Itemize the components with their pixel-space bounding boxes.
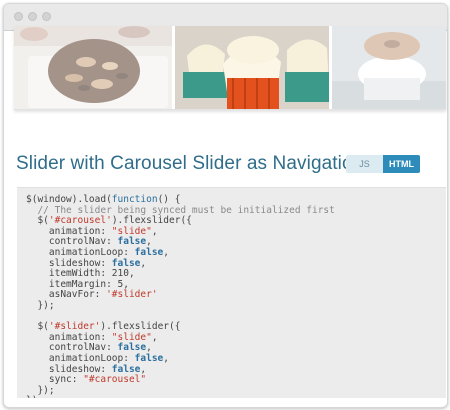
code-token: $(window).load( xyxy=(26,194,112,205)
chocolate-cookie-image xyxy=(14,26,172,109)
code-token: sync: xyxy=(26,374,84,386)
carousel-slide-cupcakes[interactable] xyxy=(175,26,329,109)
code-token: asNavFor: xyxy=(26,289,107,301)
minimize-window-button[interactable] xyxy=(28,12,37,21)
code-token: controlNav: xyxy=(26,342,118,354)
code-token: '#carousel' xyxy=(48,215,112,227)
code-tabs: JS HTML xyxy=(346,155,420,173)
code-token: , xyxy=(146,342,152,354)
code-token: "slide" xyxy=(111,331,152,343)
code-token: , xyxy=(146,236,152,248)
code-token: false xyxy=(134,246,164,258)
code-token: }); xyxy=(26,384,55,396)
code-token: slideshow: xyxy=(26,257,112,269)
code-token: '#slider' xyxy=(48,321,101,333)
code-token: '#slider' xyxy=(106,289,158,301)
code-token: "#carousel" xyxy=(83,374,147,386)
code-line: asNavFor: '#slider' xyxy=(26,290,446,301)
code-token: , xyxy=(140,363,147,375)
code-token: }); xyxy=(26,299,55,311)
code-token: slideshow: xyxy=(26,363,112,375)
code-token: false xyxy=(111,363,141,375)
code-token: animationLoop: xyxy=(26,246,135,258)
code-token: $( xyxy=(26,215,49,227)
carousel-slide-donut[interactable] xyxy=(332,26,446,109)
code-line: }); xyxy=(26,384,446,397)
tab-html[interactable]: HTML xyxy=(383,155,420,173)
code-token: () { xyxy=(157,194,181,205)
code-token: ).flexslider({ xyxy=(111,215,192,227)
code-line: sync: "#carousel" xyxy=(26,374,446,386)
code-token: // The slider being synced must be initi… xyxy=(26,204,335,216)
code-token: animation: xyxy=(26,225,112,237)
code-line: }); xyxy=(26,299,446,312)
code-token: }); xyxy=(26,395,43,398)
code-token: false xyxy=(111,257,141,269)
code-block: $(window).load(function() { // The slide… xyxy=(17,187,446,398)
carousel-slide-chocolate-cookie[interactable] xyxy=(14,26,172,109)
code-line: }); xyxy=(26,395,446,398)
close-window-button[interactable] xyxy=(14,12,23,21)
code-token: , xyxy=(140,257,147,269)
image-carousel xyxy=(14,26,446,110)
code-token: "slide" xyxy=(111,225,152,237)
code-token: $( xyxy=(26,321,49,333)
code-token: , xyxy=(151,331,158,343)
code-token: false xyxy=(134,352,164,364)
page-title: Slider with Carousel Slider as Navigatio… xyxy=(16,153,364,174)
code-token: , xyxy=(163,246,170,258)
cupcakes-image xyxy=(175,26,329,109)
code-token: animation: xyxy=(26,331,112,343)
code-token: itemWidth: 210, xyxy=(26,268,135,280)
code-token: , xyxy=(163,352,170,364)
code-token: controlNav: xyxy=(26,236,118,248)
code-token: function xyxy=(111,194,158,205)
donut-image xyxy=(332,26,446,109)
code-token: false xyxy=(117,236,147,248)
tab-js[interactable]: JS xyxy=(346,155,383,173)
code-token: ).flexslider({ xyxy=(100,321,181,333)
zoom-window-button[interactable] xyxy=(42,12,51,21)
code-token: itemMargin: 5, xyxy=(26,278,129,290)
code-token: false xyxy=(117,342,147,354)
code-token: , xyxy=(151,225,158,237)
code-token: animationLoop: xyxy=(26,352,135,364)
